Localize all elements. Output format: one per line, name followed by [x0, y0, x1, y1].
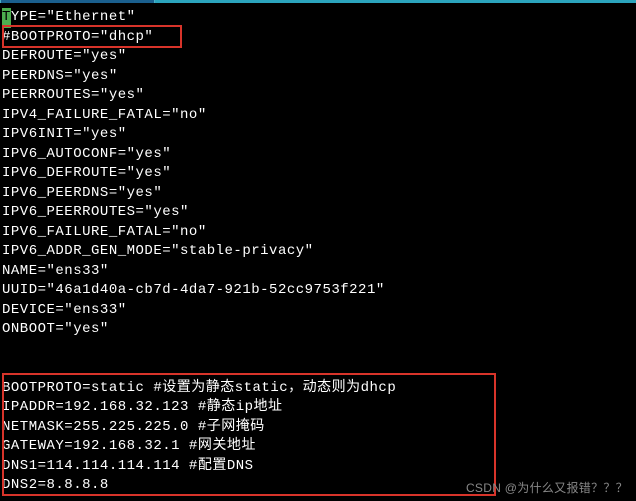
- terminal-line: UUID="46a1d40a-cb7d-4da7-921b-52cc9753f2…: [2, 281, 634, 301]
- terminal-line: GATEWAY=192.168.32.1 #网关地址: [2, 437, 634, 457]
- terminal-line: BOOTPROTO=static #设置为静态static，动态则为dhcp: [2, 379, 634, 399]
- terminal-line: PEERROUTES="yes": [2, 86, 634, 106]
- terminal-line: [2, 359, 634, 379]
- terminal-line: IPADDR=192.168.32.123 #静态ip地址: [2, 398, 634, 418]
- terminal-line: IPV6_PEERDNS="yes": [2, 184, 634, 204]
- terminal-line: ONBOOT="yes": [2, 320, 634, 340]
- terminal-line: IPV6INIT="yes": [2, 125, 634, 145]
- terminal-line: TYPE="Ethernet": [2, 8, 634, 28]
- terminal-line: IPV6_FAILURE_FATAL="no": [2, 223, 634, 243]
- terminal-line: DNS1=114.114.114.114 #配置DNS: [2, 457, 634, 477]
- terminal-line: NAME="ens33": [2, 262, 634, 282]
- terminal-line: [2, 340, 634, 360]
- terminal-line: IPV6_PEERROUTES="yes": [2, 203, 634, 223]
- cursor-indicator: T: [2, 8, 11, 28]
- terminal-line: DEFROUTE="yes": [2, 47, 634, 67]
- terminal-line: IPV6_DEFROUTE="yes": [2, 164, 634, 184]
- terminal-line: NETMASK=255.225.225.0 #子网掩码: [2, 418, 634, 438]
- terminal-line: PEERDNS="yes": [2, 67, 634, 87]
- terminal-line: IPV4_FAILURE_FATAL="no": [2, 106, 634, 126]
- watermark-text: CSDN @为什么又报错？？？: [466, 479, 628, 496]
- terminal-line: #BOOTPROTO="dhcp": [2, 28, 634, 48]
- terminal-line: DEVICE="ens33": [2, 301, 634, 321]
- window-title-segment: [0, 0, 155, 3]
- terminal-line: IPV6_ADDR_GEN_MODE="stable-privacy": [2, 242, 634, 262]
- terminal-line: IPV6_AUTOCONF="yes": [2, 145, 634, 165]
- terminal-content[interactable]: TYPE="Ethernet"#BOOTPROTO="dhcp"DEFROUTE…: [0, 3, 636, 501]
